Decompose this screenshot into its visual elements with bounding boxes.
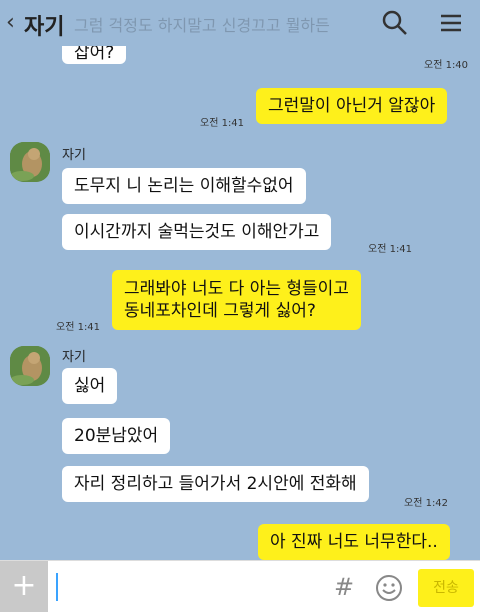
- back-icon[interactable]: ‹: [6, 10, 15, 35]
- attach-plus-button[interactable]: +: [0, 561, 48, 612]
- chat-title: 자기: [24, 15, 65, 40]
- message-time: 오전 1:42: [404, 498, 449, 509]
- message-bubble-incoming[interactable]: 이시간까지 술먹는것도 이해안가고: [62, 214, 332, 250]
- message-bubble-outgoing[interactable]: 그런말이 아닌거 알잖아: [256, 88, 448, 124]
- sender-name: 자기: [62, 148, 86, 163]
- send-button[interactable]: 전송: [418, 569, 474, 607]
- message-text: 잡어?: [74, 43, 115, 63]
- profile-photo-icon: [10, 346, 50, 386]
- message-bubble-incoming[interactable]: 싫어: [62, 368, 118, 404]
- message-text: 도무지 니 논리는 이해할수없어: [74, 176, 294, 196]
- sender-name: 자기: [62, 350, 86, 365]
- search-icon[interactable]: [380, 8, 410, 38]
- profile-avatar[interactable]: [10, 142, 50, 182]
- hamburger-menu-icon[interactable]: [436, 8, 466, 38]
- message-input-field[interactable]: [56, 573, 58, 601]
- message-text: 20분남았어: [74, 426, 159, 446]
- hashtag-button[interactable]: #: [334, 573, 354, 601]
- message-text: 아 진짜 너도 너무한다..: [270, 532, 438, 552]
- profile-photo-icon: [10, 142, 50, 182]
- message-time: 오전 1:41: [200, 118, 245, 129]
- message-time: 오전 1:40: [424, 60, 469, 71]
- message-bubble-incoming[interactable]: 자리 정리하고 들어가서 2시안에 전화해: [62, 466, 369, 502]
- message-text: 자리 정리하고 들어가서 2시안에 전화해: [74, 474, 357, 494]
- message-bubble-incoming[interactable]: 도무지 니 논리는 이해할수없어: [62, 168, 306, 204]
- message-text: 이시간까지 술먹는것도 이해안가고: [74, 222, 320, 242]
- message-text: 그런말이 아닌거 알잖아: [268, 96, 436, 116]
- message-bubble-outgoing[interactable]: 아 진짜 너도 너무한다..: [258, 524, 450, 560]
- chat-header: ‹ 자기 그럼 걱정도 하지말고 신경끄고 뭘하든: [0, 0, 480, 46]
- message-input-bar: + # 전송: [0, 560, 480, 612]
- smiley-icon[interactable]: [374, 573, 404, 603]
- message-text-line: 그래봐야 너도 다 아는 형들이고: [124, 279, 349, 299]
- overlay-message-text: 그럼 걱정도 하지말고 신경끄고 뭘하든: [74, 16, 330, 35]
- message-text: 싫어: [74, 376, 106, 396]
- message-text-line: 동네포차인데 그렇게 싫어?: [124, 301, 316, 321]
- message-bubble-outgoing[interactable]: 그래봐야 너도 다 아는 형들이고 동네포차인데 그렇게 싫어?: [112, 270, 361, 330]
- message-bubble-incoming[interactable]: 20분남았어: [62, 418, 171, 454]
- profile-avatar[interactable]: [10, 346, 50, 386]
- message-time: 오전 1:41: [56, 322, 101, 333]
- message-time: 오전 1:41: [368, 244, 413, 255]
